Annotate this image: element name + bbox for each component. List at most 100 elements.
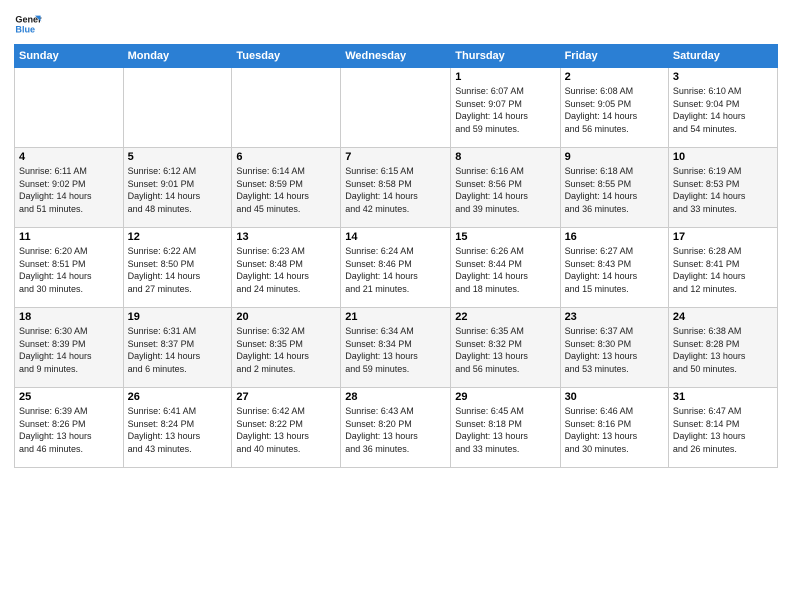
day-number: 12: [128, 231, 228, 243]
day-info: Sunrise: 6:10 AM Sunset: 9:04 PM Dayligh…: [673, 85, 773, 135]
svg-text:Blue: Blue: [15, 24, 35, 34]
day-cell: 13 Sunrise: 6:23 AM Sunset: 8:48 PM Dayli…: [232, 228, 341, 308]
day-info: Sunrise: 6:07 AM Sunset: 9:07 PM Dayligh…: [455, 85, 555, 135]
day-number: 9: [565, 151, 664, 163]
day-cell: 6 Sunrise: 6:14 AM Sunset: 8:59 PM Daylig…: [232, 148, 341, 228]
day-cell: 27 Sunrise: 6:42 AM Sunset: 8:22 PM Dayli…: [232, 388, 341, 468]
day-number: 5: [128, 151, 228, 163]
week-row: 4 Sunrise: 6:11 AM Sunset: 9:02 PM Daylig…: [15, 148, 778, 228]
day-number: 8: [455, 151, 555, 163]
day-cell: 24 Sunrise: 6:38 AM Sunset: 8:28 PM Dayli…: [668, 308, 777, 388]
week-row: 11 Sunrise: 6:20 AM Sunset: 8:51 PM Dayli…: [15, 228, 778, 308]
day-number: 14: [345, 231, 446, 243]
day-number: 13: [236, 231, 336, 243]
day-number: 22: [455, 311, 555, 323]
day-info: Sunrise: 6:43 AM Sunset: 8:20 PM Dayligh…: [345, 405, 446, 455]
day-cell: 14 Sunrise: 6:24 AM Sunset: 8:46 PM Dayli…: [341, 228, 451, 308]
logo: General Blue: [14, 10, 42, 38]
day-cell: 20 Sunrise: 6:32 AM Sunset: 8:35 PM Dayli…: [232, 308, 341, 388]
day-info: Sunrise: 6:30 AM Sunset: 8:39 PM Dayligh…: [19, 325, 119, 375]
day-cell: [123, 68, 232, 148]
week-row: 1 Sunrise: 6:07 AM Sunset: 9:07 PM Daylig…: [15, 68, 778, 148]
day-cell: 11 Sunrise: 6:20 AM Sunset: 8:51 PM Dayli…: [15, 228, 124, 308]
calendar-table: SundayMondayTuesdayWednesdayThursdayFrid…: [14, 44, 778, 468]
day-info: Sunrise: 6:18 AM Sunset: 8:55 PM Dayligh…: [565, 165, 664, 215]
day-cell: 31Sunrise: 6:47 AM Sunset: 8:14 PM Dayli…: [668, 388, 777, 468]
day-number: 16: [565, 231, 664, 243]
day-cell: 16 Sunrise: 6:27 AM Sunset: 8:43 PM Dayli…: [560, 228, 668, 308]
logo-icon: General Blue: [14, 10, 42, 38]
day-cell: 8 Sunrise: 6:16 AM Sunset: 8:56 PM Daylig…: [451, 148, 560, 228]
day-info: Sunrise: 6:26 AM Sunset: 8:44 PM Dayligh…: [455, 245, 555, 295]
day-cell: 12Sunrise: 6:22 AM Sunset: 8:50 PM Dayli…: [123, 228, 232, 308]
day-number: 28: [345, 391, 446, 403]
day-cell: 26Sunrise: 6:41 AM Sunset: 8:24 PM Dayli…: [123, 388, 232, 468]
day-info: Sunrise: 6:35 AM Sunset: 8:32 PM Dayligh…: [455, 325, 555, 375]
day-info: Sunrise: 6:37 AM Sunset: 8:30 PM Dayligh…: [565, 325, 664, 375]
day-info: Sunrise: 6:38 AM Sunset: 8:28 PM Dayligh…: [673, 325, 773, 375]
day-cell: [232, 68, 341, 148]
day-number: 26: [128, 391, 228, 403]
day-info: Sunrise: 6:27 AM Sunset: 8:43 PM Dayligh…: [565, 245, 664, 295]
day-number: 24: [673, 311, 773, 323]
day-header: Saturday: [668, 45, 777, 68]
day-number: 19: [128, 311, 228, 323]
day-cell: 9 Sunrise: 6:18 AM Sunset: 8:55 PM Daylig…: [560, 148, 668, 228]
day-number: 20: [236, 311, 336, 323]
day-number: 29: [455, 391, 555, 403]
day-number: 18: [19, 311, 119, 323]
week-row: 18 Sunrise: 6:30 AM Sunset: 8:39 PM Dayli…: [15, 308, 778, 388]
day-header: Wednesday: [341, 45, 451, 68]
header-row: SundayMondayTuesdayWednesdayThursdayFrid…: [15, 45, 778, 68]
day-number: 23: [565, 311, 664, 323]
day-header: Tuesday: [232, 45, 341, 68]
day-info: Sunrise: 6:23 AM Sunset: 8:48 PM Dayligh…: [236, 245, 336, 295]
day-header: Friday: [560, 45, 668, 68]
day-number: 27: [236, 391, 336, 403]
day-info: Sunrise: 6:42 AM Sunset: 8:22 PM Dayligh…: [236, 405, 336, 455]
day-info: Sunrise: 6:28 AM Sunset: 8:41 PM Dayligh…: [673, 245, 773, 295]
day-number: 3: [673, 71, 773, 83]
day-number: 2: [565, 71, 664, 83]
day-cell: [15, 68, 124, 148]
header: General Blue: [14, 10, 778, 38]
day-header: Thursday: [451, 45, 560, 68]
day-info: Sunrise: 6:32 AM Sunset: 8:35 PM Dayligh…: [236, 325, 336, 375]
day-info: Sunrise: 6:45 AM Sunset: 8:18 PM Dayligh…: [455, 405, 555, 455]
week-row: 25 Sunrise: 6:39 AM Sunset: 8:26 PM Dayli…: [15, 388, 778, 468]
day-info: Sunrise: 6:39 AM Sunset: 8:26 PM Dayligh…: [19, 405, 119, 455]
day-info: Sunrise: 6:15 AM Sunset: 8:58 PM Dayligh…: [345, 165, 446, 215]
day-header: Sunday: [15, 45, 124, 68]
day-number: 30: [565, 391, 664, 403]
day-info: Sunrise: 6:24 AM Sunset: 8:46 PM Dayligh…: [345, 245, 446, 295]
day-info: Sunrise: 6:20 AM Sunset: 8:51 PM Dayligh…: [19, 245, 119, 295]
day-info: Sunrise: 6:46 AM Sunset: 8:16 PM Dayligh…: [565, 405, 664, 455]
day-info: Sunrise: 6:31 AM Sunset: 8:37 PM Dayligh…: [128, 325, 228, 375]
day-cell: 3 Sunrise: 6:10 AM Sunset: 9:04 PM Daylig…: [668, 68, 777, 148]
day-cell: 15 Sunrise: 6:26 AM Sunset: 8:44 PM Dayli…: [451, 228, 560, 308]
day-number: 15: [455, 231, 555, 243]
day-number: 4: [19, 151, 119, 163]
day-number: 1: [455, 71, 555, 83]
day-cell: 22 Sunrise: 6:35 AM Sunset: 8:32 PM Dayli…: [451, 308, 560, 388]
day-cell: 19 Sunrise: 6:31 AM Sunset: 8:37 PM Dayli…: [123, 308, 232, 388]
day-number: 25: [19, 391, 119, 403]
day-cell: 29 Sunrise: 6:45 AM Sunset: 8:18 PM Dayli…: [451, 388, 560, 468]
day-cell: 7Sunrise: 6:15 AM Sunset: 8:58 PM Daylig…: [341, 148, 451, 228]
day-cell: 2Sunrise: 6:08 AM Sunset: 9:05 PM Daylig…: [560, 68, 668, 148]
day-info: Sunrise: 6:34 AM Sunset: 8:34 PM Dayligh…: [345, 325, 446, 375]
day-info: Sunrise: 6:11 AM Sunset: 9:02 PM Dayligh…: [19, 165, 119, 215]
day-number: 11: [19, 231, 119, 243]
day-cell: 1 Sunrise: 6:07 AM Sunset: 9:07 PM Daylig…: [451, 68, 560, 148]
day-cell: [341, 68, 451, 148]
day-number: 17: [673, 231, 773, 243]
day-number: 21: [345, 311, 446, 323]
day-info: Sunrise: 6:14 AM Sunset: 8:59 PM Dayligh…: [236, 165, 336, 215]
day-info: Sunrise: 6:16 AM Sunset: 8:56 PM Dayligh…: [455, 165, 555, 215]
day-cell: 30 Sunrise: 6:46 AM Sunset: 8:16 PM Dayli…: [560, 388, 668, 468]
day-cell: 4 Sunrise: 6:11 AM Sunset: 9:02 PM Daylig…: [15, 148, 124, 228]
day-cell: 21 Sunrise: 6:34 AM Sunset: 8:34 PM Dayli…: [341, 308, 451, 388]
day-cell: 5 Sunrise: 6:12 AM Sunset: 9:01 PM Daylig…: [123, 148, 232, 228]
day-info: Sunrise: 6:12 AM Sunset: 9:01 PM Dayligh…: [128, 165, 228, 215]
day-number: 6: [236, 151, 336, 163]
